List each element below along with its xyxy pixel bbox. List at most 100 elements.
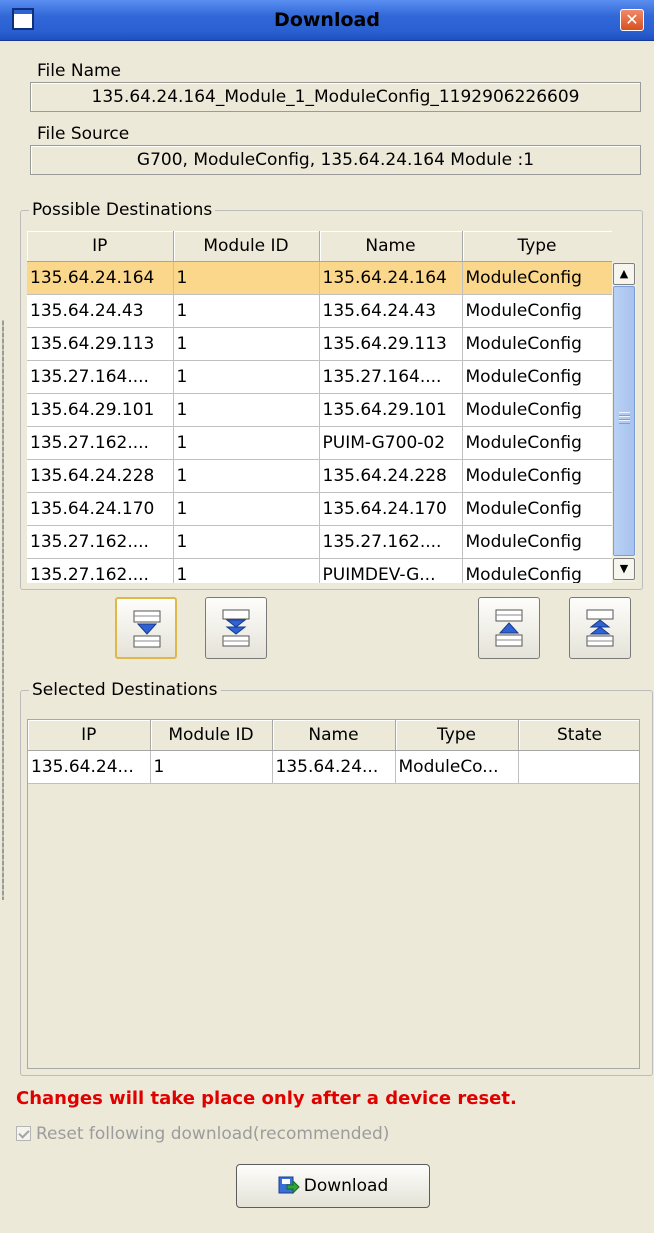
file-name-label: File Name	[34, 61, 125, 81]
cell-type: ModuleConfig	[462, 426, 612, 460]
cell-name: 135.27.162....	[319, 525, 463, 559]
cell-type: ModuleCo...	[395, 750, 519, 784]
cell-name: 135.64.24.43	[319, 294, 463, 328]
cell-type: ModuleConfig	[462, 558, 612, 583]
possible-destinations-scrollbar[interactable]: ▲ ▼	[612, 262, 636, 582]
cell-name: PUIM-G700-02	[319, 426, 463, 460]
cell-name: 135.27.164....	[319, 360, 463, 394]
cell-module-id: 1	[173, 459, 320, 493]
cell-name: 135.64.24.170	[319, 492, 463, 526]
cell-type: ModuleConfig	[462, 327, 612, 361]
remove-selected-button[interactable]	[478, 597, 540, 659]
table-row[interactable]: 135.27.162.... 1 135.27.162.... ModuleCo…	[27, 525, 612, 559]
add-selected-button[interactable]	[115, 597, 177, 659]
column-header-module-id[interactable]: Module ID	[150, 720, 273, 751]
table-row[interactable]: 135.27.164.... 1 135.27.164.... ModuleCo…	[27, 360, 612, 394]
column-header-ip[interactable]: IP	[28, 720, 151, 751]
window-title: Download	[274, 9, 380, 31]
reset-checkbox-label: Reset following download(recommended)	[36, 1124, 390, 1144]
cell-module-id: 1	[173, 558, 320, 583]
reset-checkbox-row[interactable]: Reset following download(recommended)	[16, 1124, 389, 1144]
table-row[interactable]: 135.64.24.170 1 135.64.24.170 ModuleConf…	[27, 492, 612, 526]
scroll-down-icon[interactable]: ▼	[613, 558, 635, 580]
cell-type: ModuleConfig	[462, 360, 612, 394]
column-header-state[interactable]: State	[518, 720, 639, 751]
cell-ip: 135.27.162....	[27, 558, 174, 583]
cell-type: ModuleConfig	[462, 525, 612, 559]
column-header-type[interactable]: Type	[395, 720, 519, 751]
table-row[interactable]: 135.27.162.... 1 PUIM-G700-02 ModuleConf…	[27, 426, 612, 460]
cell-type: ModuleConfig	[462, 393, 612, 427]
cell-name: PUIMDEV-G...	[319, 558, 463, 583]
cell-ip: 135.64.29.113	[27, 327, 174, 361]
remove-all-button[interactable]	[569, 597, 631, 659]
cell-ip: 135.64.24.43	[27, 294, 174, 328]
close-icon[interactable]: ✕	[620, 9, 644, 31]
cell-ip: 135.27.162....	[27, 525, 174, 559]
cell-type: ModuleConfig	[462, 261, 612, 295]
cell-module-id: 1	[173, 294, 320, 328]
table-row[interactable]: 135.64.24.228 1 135.64.24.228 ModuleConf…	[27, 459, 612, 493]
table-header-row: IP Module ID Name Type State	[28, 720, 639, 751]
cell-module-id: 1	[150, 750, 273, 784]
table-row[interactable]: 135.64.24... 1 135.64.24... ModuleCo...	[28, 750, 639, 784]
file-source-label: File Source	[34, 124, 133, 144]
possible-destinations-table: IP Module ID Name Type 135.64.24.164 1 1…	[27, 231, 612, 583]
column-header-type[interactable]: Type	[462, 231, 612, 262]
download-button-label: Download	[303, 1176, 389, 1196]
selected-destinations-label: Selected Destinations	[29, 680, 221, 700]
cell-type: ModuleConfig	[462, 294, 612, 328]
table-row[interactable]: 135.64.29.101 1 135.64.29.101 ModuleConf…	[27, 393, 612, 427]
cell-name: 135.64.29.101	[319, 393, 463, 427]
reset-checkbox[interactable]	[16, 1126, 31, 1141]
cell-name: 135.64.24...	[272, 750, 396, 784]
remove-selected-icon	[495, 609, 523, 647]
table-row[interactable]: 135.27.162.... 1 PUIMDEV-G... ModuleConf…	[27, 558, 612, 583]
file-source-field: G700, ModuleConfig, 135.64.24.164 Module…	[30, 145, 641, 175]
scroll-thumb[interactable]	[613, 286, 635, 556]
column-header-module-id[interactable]: Module ID	[173, 231, 320, 262]
column-header-name[interactable]: Name	[319, 231, 463, 262]
file-name-field: 135.64.24.164_Module_1_ModuleConfig_1192…	[30, 82, 641, 112]
remove-all-icon	[586, 609, 614, 647]
cell-ip: 135.64.24.228	[27, 459, 174, 493]
cell-module-id: 1	[173, 525, 320, 559]
table-row[interactable]: 135.64.24.43 1 135.64.24.43 ModuleConfig	[27, 294, 612, 328]
cell-ip: 135.64.29.101	[27, 393, 174, 427]
cell-module-id: 1	[173, 261, 320, 295]
selected-destinations-table-wrap: IP Module ID Name Type State 135.64.24..…	[27, 719, 640, 1069]
download-icon	[278, 1169, 300, 1211]
add-all-icon	[222, 609, 250, 647]
cell-module-id: 1	[173, 492, 320, 526]
cell-module-id: 1	[173, 426, 320, 460]
cell-type: ModuleConfig	[462, 492, 612, 526]
column-header-ip[interactable]: IP	[27, 231, 174, 262]
scroll-up-icon[interactable]: ▲	[613, 263, 635, 285]
cell-name: 135.64.29.113	[319, 327, 463, 361]
cell-name: 135.64.24.164	[319, 261, 463, 295]
cell-module-id: 1	[173, 327, 320, 361]
table-row[interactable]: 135.64.29.113 1 135.64.29.113 ModuleConf…	[27, 327, 612, 361]
cell-module-id: 1	[173, 393, 320, 427]
cell-ip: 135.27.164....	[27, 360, 174, 394]
add-selected-icon	[133, 610, 161, 648]
possible-destinations-table-wrap: IP Module ID Name Type 135.64.24.164 1 1…	[27, 231, 612, 583]
table-row[interactable]: 135.64.24.164 1 135.64.24.164 ModuleConf…	[27, 261, 612, 295]
possible-destinations-label: Possible Destinations	[29, 200, 216, 220]
download-button[interactable]: Download	[236, 1164, 430, 1208]
selected-destinations-table: IP Module ID Name Type State 135.64.24..…	[28, 720, 639, 784]
cell-state	[518, 750, 639, 784]
cell-ip: 135.64.24.170	[27, 492, 174, 526]
cell-ip: 135.64.24.164	[27, 261, 174, 295]
window-edge-dots	[2, 320, 4, 900]
cell-type: ModuleConfig	[462, 459, 612, 493]
cell-module-id: 1	[173, 360, 320, 394]
title-bar[interactable]: Download ✕	[0, 0, 654, 41]
add-all-button[interactable]	[205, 597, 267, 659]
table-header-row: IP Module ID Name Type	[27, 231, 612, 262]
column-header-name[interactable]: Name	[272, 720, 396, 751]
cell-name: 135.64.24.228	[319, 459, 463, 493]
cell-ip: 135.27.162....	[27, 426, 174, 460]
reset-warning: Changes will take place only after a dev…	[16, 1088, 517, 1109]
cell-ip: 135.64.24...	[28, 750, 151, 784]
